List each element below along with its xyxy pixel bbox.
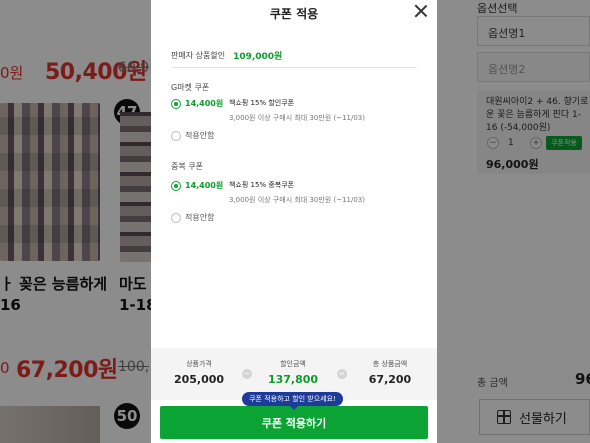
modal-title: 쿠폰 적용 xyxy=(269,7,319,21)
total-summary: 총 상품금액 67,200 xyxy=(362,359,418,386)
coupon-modal: 쿠폰 적용 판매자 상품할인 109,000원 G마켓 쿠폰 14,400원 책… xyxy=(151,0,437,443)
close-icon[interactable] xyxy=(414,4,428,18)
apply-coupon-button[interactable]: 쿠폰 적용하기 xyxy=(160,406,428,439)
coupon-name: 책쇼핑 15% 중복쿠폰 xyxy=(229,181,295,189)
radio-selected[interactable] xyxy=(171,181,181,191)
coupon-amount: 14,400원 xyxy=(185,99,224,108)
discount-value: 137,800 xyxy=(267,373,319,386)
total-value: 67,200 xyxy=(368,373,412,386)
seller-discount-row: 판매자 상품할인 109,000원 xyxy=(171,49,282,62)
modal-header: 쿠폰 적용 xyxy=(151,0,437,28)
coupon-name: 책쇼핑 15% 할인쿠폰 xyxy=(229,99,295,107)
duplicate-coupon-none-option[interactable]: 적용안함 xyxy=(171,212,214,223)
radio-selected[interactable] xyxy=(171,99,181,109)
coupon-details: 책쇼핑 15% 할인쿠폰 3,000원 이상 구매시 최대 30만원 (~11/… xyxy=(229,98,365,123)
coupon-amount: 14,400원 xyxy=(185,181,224,190)
coupon-condition: 3,000원 이상 구매시 최대 30만원 (~11/03) xyxy=(229,114,365,122)
seller-discount-label: 판매자 상품할인 xyxy=(171,51,226,60)
coupon-condition: 3,000원 이상 구매시 최대 30만원 (~11/03) xyxy=(229,196,365,204)
radio-unselected[interactable] xyxy=(171,131,181,141)
discount-summary: 할인금액 137,800 xyxy=(265,359,321,386)
minus-icon: − xyxy=(242,369,252,379)
coupon-details: 책쇼핑 15% 중복쿠폰 3,000원 이상 구매시 최대 30만원 (~11/… xyxy=(229,180,365,205)
gmarket-coupon-none-option[interactable]: 적용안함 xyxy=(171,130,214,141)
equals-icon: = xyxy=(337,369,347,379)
gmarket-coupon-option[interactable]: 14,400원 책쇼핑 15% 할인쿠폰 3,000원 이상 구매시 최대 30… xyxy=(171,98,365,123)
total-label: 총 상품금액 xyxy=(372,360,408,368)
duplicate-coupon-option[interactable]: 14,400원 책쇼핑 15% 중복쿠폰 3,000원 이상 구매시 최대 30… xyxy=(171,180,365,205)
coupon-tooltip: 쿠폰 적용하고 할인 받으세요! xyxy=(242,392,343,410)
no-coupon-label: 적용안함 xyxy=(185,213,215,222)
radio-unselected[interactable] xyxy=(171,213,181,223)
gmarket-coupon-title: G마켓 쿠폰 xyxy=(171,83,210,92)
product-price-value: 205,000 xyxy=(173,373,225,386)
no-coupon-label: 적용안함 xyxy=(185,131,215,140)
seller-discount-value: 109,000원 xyxy=(233,52,283,62)
divider xyxy=(171,67,417,68)
product-price-summary: 상품가격 205,000 xyxy=(171,359,227,386)
discount-label: 할인금액 xyxy=(280,360,306,368)
duplicate-coupon-title: 중복 쿠폰 xyxy=(171,162,203,171)
product-price-label: 상품가격 xyxy=(186,360,212,368)
